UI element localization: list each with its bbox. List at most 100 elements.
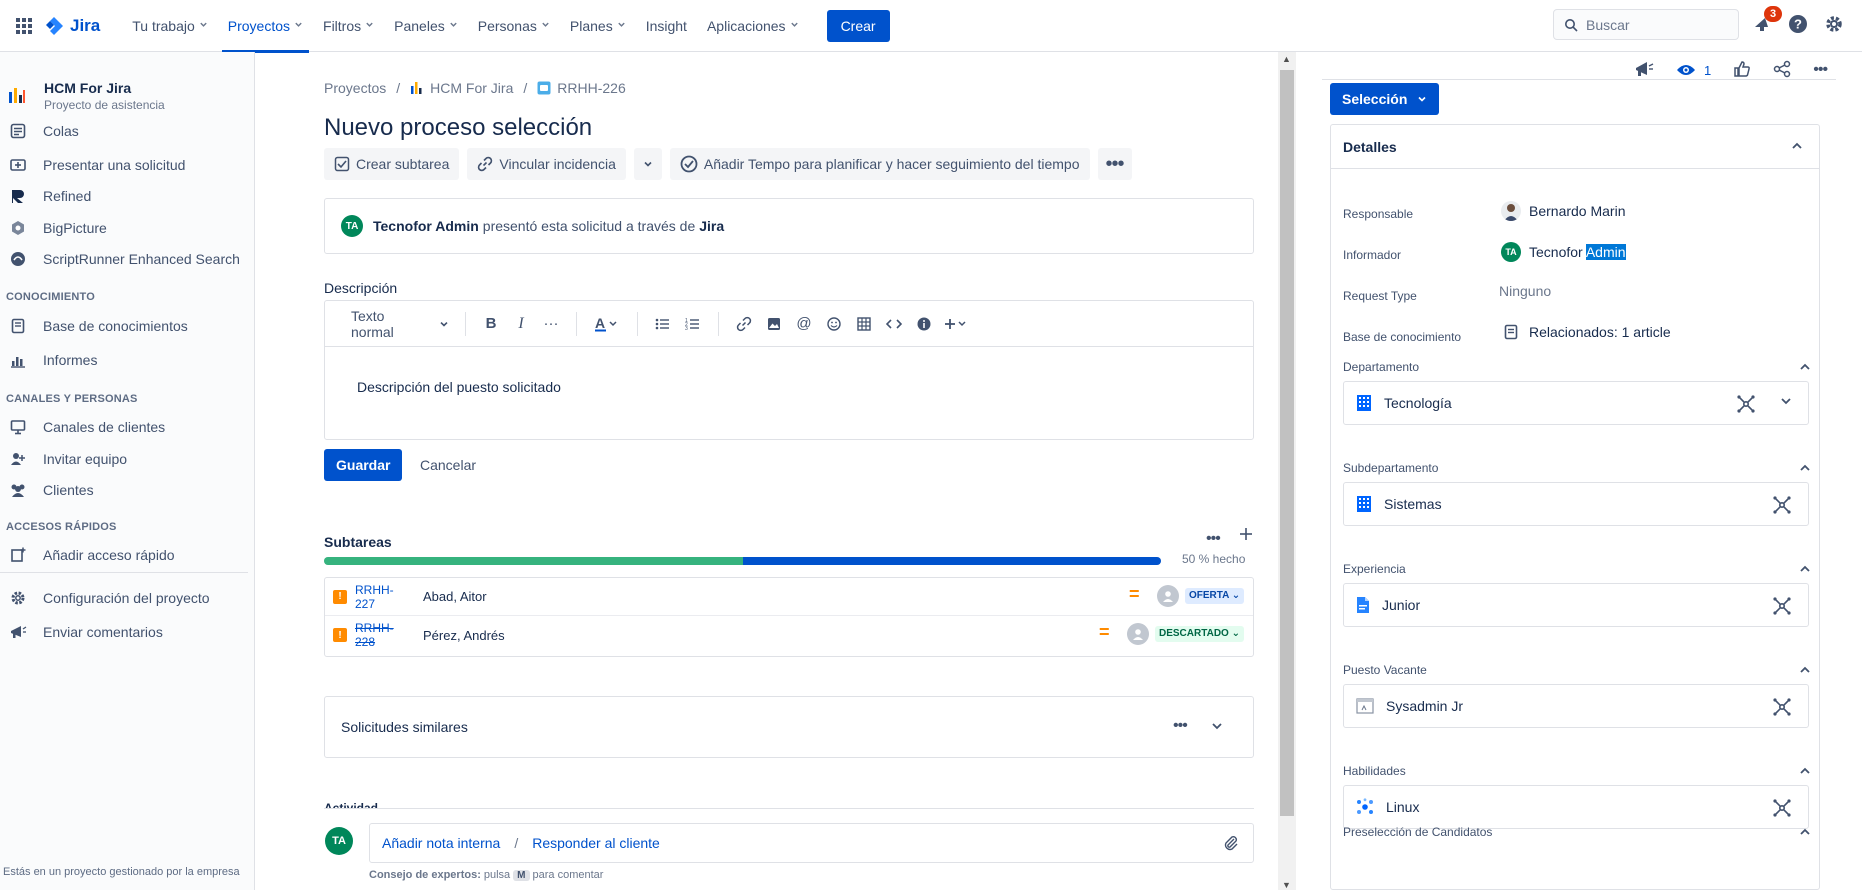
nav-item-planes[interactable]: Planes — [560, 0, 636, 52]
sidebar-item-presentar-solicitud[interactable]: Presentar una solicitud — [8, 155, 185, 175]
code-icon[interactable] — [879, 309, 909, 339]
link-issue-button[interactable]: Vincular incidencia — [467, 148, 626, 180]
sidebar-item-scriptrunner[interactable]: ScriptRunner Enhanced Search — [8, 249, 240, 269]
object-graph-icon[interactable] — [1772, 798, 1792, 821]
field-value-informador[interactable]: TA Tecnofor Admin — [1501, 242, 1626, 262]
subtask-row[interactable]: ! RRHH-228 Pérez, Andrés = DESCARTADO ⌄ — [325, 616, 1253, 654]
scrollbar-thumb[interactable] — [1280, 70, 1294, 816]
issue-title[interactable]: Nuevo proceso selección — [324, 114, 592, 142]
like-icon[interactable] — [1733, 60, 1751, 81]
create-button[interactable]: Crear — [826, 9, 890, 42]
jira-logo[interactable]: Jira — [44, 16, 100, 36]
object-graph-icon[interactable] — [1736, 394, 1756, 417]
tempo-button[interactable]: Añadir Tempo para planificar y hacer seg… — [669, 148, 1090, 180]
more-icon[interactable]: ••• — [1813, 61, 1828, 79]
chevron-up-icon[interactable] — [1799, 764, 1811, 780]
sidebar-item-colas[interactable]: Colas — [8, 121, 79, 141]
chevron-up-icon[interactable] — [1799, 825, 1811, 841]
settings-icon[interactable] — [1822, 12, 1846, 36]
search-input[interactable]: Buscar — [1553, 9, 1739, 40]
sidebar-item-refined[interactable]: Refined — [8, 186, 91, 206]
mention-icon[interactable]: @ — [789, 309, 819, 339]
object-graph-icon[interactable] — [1772, 697, 1792, 720]
section-card-puesto-vacante[interactable]: Sysadmin Jr — [1343, 684, 1809, 728]
field-value-knowledge[interactable]: Relacionados: 1 article — [1501, 324, 1671, 340]
save-button[interactable]: Guardar — [324, 449, 403, 481]
more-icon[interactable]: ••• — [1173, 717, 1188, 735]
text-style-dropdown[interactable]: Texto normal — [345, 308, 455, 340]
chevron-up-icon[interactable] — [1791, 139, 1803, 155]
nav-item-tu-trabajo[interactable]: Tu trabajo — [122, 0, 218, 52]
field-value-request-type[interactable]: Ninguno — [1499, 283, 1551, 299]
nav-item-filtros[interactable]: Filtros — [313, 0, 384, 52]
description-editor[interactable]: Texto normal B I ··· A 123 @ Descripción… — [324, 300, 1254, 440]
section-card-experiencia[interactable]: Junior — [1343, 583, 1809, 627]
main-scrollbar[interactable]: ▲ ▼ — [1278, 52, 1296, 890]
scroll-up-icon[interactable]: ▲ — [1282, 54, 1291, 64]
feedback-megaphone-icon[interactable] — [1634, 60, 1654, 81]
reply-customer-link[interactable]: Responder al cliente — [532, 835, 660, 851]
sidebar-item-add-shortcut[interactable]: Añadir acceso rápido — [8, 545, 175, 565]
sidebar-item-canales-clientes[interactable]: Canales de clientes — [8, 417, 165, 437]
insert-more-icon[interactable] — [939, 309, 975, 339]
section-card-departamento[interactable]: Tecnología — [1343, 381, 1809, 425]
chevron-down-icon[interactable] — [1211, 719, 1223, 735]
breadcrumb-projects[interactable]: Proyectos — [324, 80, 386, 96]
nav-item-personas[interactable]: Personas — [468, 0, 560, 52]
object-graph-icon[interactable] — [1772, 596, 1792, 619]
chevron-down-icon[interactable] — [1780, 394, 1792, 410]
nav-item-proyectos[interactable]: Proyectos — [218, 0, 313, 53]
bold-icon[interactable]: B — [476, 309, 506, 339]
cancel-button[interactable]: Cancelar — [410, 449, 486, 481]
sidebar-item-invitar-equipo[interactable]: Invitar equipo — [8, 449, 127, 469]
description-text[interactable]: Descripción del puesto solicitado — [325, 347, 1253, 427]
nav-item-insight[interactable]: Insight — [636, 0, 697, 52]
share-icon[interactable] — [1773, 60, 1791, 81]
create-subtask-button[interactable]: Crear subtarea — [324, 148, 460, 180]
help-icon[interactable]: ? — [1786, 12, 1810, 36]
app-switcher-icon[interactable] — [6, 8, 42, 44]
subtask-key[interactable]: RRHH-228 — [355, 621, 407, 649]
comment-input[interactable]: Añadir nota interna / Responder al clien… — [369, 823, 1254, 863]
unassigned-avatar-icon[interactable] — [1157, 585, 1179, 607]
sidebar-item-bigpicture[interactable]: BigPicture — [8, 218, 107, 238]
chevron-up-icon[interactable] — [1799, 360, 1811, 376]
breadcrumb-project[interactable]: HCM For Jira — [410, 80, 513, 96]
object-graph-icon[interactable] — [1772, 495, 1792, 518]
field-value-responsable[interactable]: Bernardo Marin — [1501, 201, 1626, 221]
chevron-up-icon[interactable] — [1799, 562, 1811, 578]
info-icon[interactable] — [909, 309, 939, 339]
section-card-habilidades[interactable]: Linux — [1343, 785, 1809, 829]
breadcrumb-issue[interactable]: RRHH-226 — [537, 80, 626, 96]
attachment-icon[interactable] — [1223, 835, 1239, 854]
sidebar-item-configuracion[interactable]: Configuración del proyecto — [8, 588, 210, 608]
chevron-up-icon[interactable] — [1799, 461, 1811, 477]
similar-requests-panel[interactable]: Solicitudes similares ••• — [324, 696, 1254, 758]
italic-icon[interactable]: I — [506, 309, 536, 339]
sidebar-item-base-conocimientos[interactable]: Base de conocimientos — [8, 316, 188, 336]
more-actions-button[interactable]: ••• — [1097, 148, 1132, 180]
status-badge[interactable]: OFERTA ⌄ — [1185, 588, 1245, 604]
subtask-row[interactable]: ! RRHH-227 Abad, Aitor = OFERTA ⌄ — [325, 578, 1253, 616]
nav-item-aplicaciones[interactable]: Aplicaciones — [697, 0, 809, 52]
emoji-icon[interactable] — [819, 309, 849, 339]
subtask-summary[interactable]: Pérez, Andrés — [423, 628, 505, 643]
link-icon[interactable] — [729, 309, 759, 339]
unassigned-avatar-icon[interactable] — [1127, 623, 1149, 645]
image-icon[interactable] — [759, 309, 789, 339]
add-subtask-icon[interactable] — [1236, 524, 1256, 544]
section-card-subdepartamento[interactable]: Sistemas — [1343, 482, 1809, 526]
subtask-summary[interactable]: Abad, Aitor — [423, 589, 487, 604]
sidebar-item-informes[interactable]: Informes — [8, 350, 97, 370]
chevron-up-icon[interactable] — [1799, 663, 1811, 679]
status-transition-button[interactable]: Selección — [1330, 83, 1440, 115]
watchers-button[interactable]: 1 — [1676, 63, 1711, 78]
table-icon[interactable] — [849, 309, 879, 339]
project-header[interactable]: HCM For Jira Proyecto de asistencia — [8, 80, 165, 112]
nav-item-paneles[interactable]: Paneles — [384, 0, 468, 52]
details-header[interactable]: Detalles — [1331, 125, 1819, 169]
scroll-down-icon[interactable]: ▼ — [1282, 880, 1291, 890]
subtask-key[interactable]: RRHH-227 — [355, 583, 407, 611]
internal-note-link[interactable]: Añadir nota interna — [382, 835, 500, 851]
sidebar-item-enviar-comentarios[interactable]: Enviar comentarios — [8, 622, 163, 642]
